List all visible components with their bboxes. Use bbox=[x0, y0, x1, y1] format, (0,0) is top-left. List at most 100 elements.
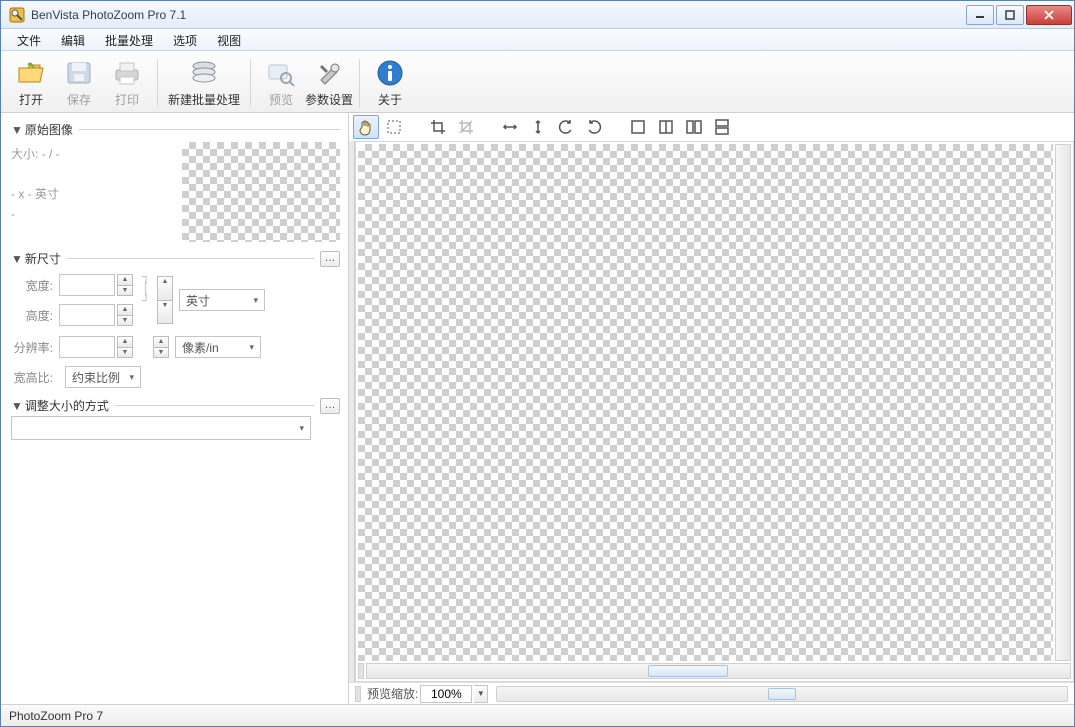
params-button[interactable]: 参数设置 bbox=[305, 55, 353, 111]
newsize-options-button[interactable]: … bbox=[320, 251, 340, 267]
view-split-side-button[interactable] bbox=[681, 115, 707, 139]
zoom-splitter-handle[interactable] bbox=[355, 686, 361, 702]
section-original-label: 原始图像 bbox=[25, 121, 73, 138]
zoom-slider[interactable] bbox=[496, 686, 1068, 702]
zoom-bar: 预览缩放: ▼ bbox=[349, 682, 1074, 704]
menu-view[interactable]: 视图 bbox=[207, 29, 251, 50]
crop-slash-icon bbox=[457, 118, 475, 136]
view-split-stack-icon bbox=[713, 118, 731, 136]
crop-tool-button[interactable] bbox=[425, 115, 451, 139]
sidebar: ▼ 原始图像 大小: - / - - x - 英寸 - ▼ 新尺寸 … 宽度: bbox=[1, 113, 349, 704]
menu-options[interactable]: 选项 bbox=[163, 29, 207, 50]
section-newsize-head[interactable]: ▼ 新尺寸 … bbox=[11, 250, 340, 267]
section-resize-method-head[interactable]: ▼ 调整大小的方式 … bbox=[11, 397, 340, 414]
collapse-triangle-icon: ▼ bbox=[11, 399, 23, 413]
app-icon bbox=[9, 7, 25, 23]
rotate-ccw-icon bbox=[557, 118, 575, 136]
horizontal-splitter-handle[interactable] bbox=[358, 663, 364, 679]
menu-file[interactable]: 文件 bbox=[7, 29, 51, 50]
vertical-scrollbar[interactable] bbox=[1055, 144, 1071, 661]
resolution-label: 分辨率: bbox=[11, 339, 53, 356]
marquee-icon bbox=[385, 118, 403, 136]
collapse-triangle-icon: ▼ bbox=[11, 123, 23, 137]
canvas-pane: 预览缩放: ▼ bbox=[349, 113, 1074, 704]
new-batch-button[interactable]: 新建批量处理 bbox=[164, 55, 244, 111]
preview-magnifier-icon bbox=[265, 57, 297, 89]
content-area: ▼ 原始图像 大小: - / - - x - 英寸 - ▼ 新尺寸 … 宽度: bbox=[1, 113, 1074, 704]
folder-open-icon bbox=[15, 57, 47, 89]
crop-clear-button[interactable] bbox=[453, 115, 479, 139]
view-single-button[interactable] bbox=[625, 115, 651, 139]
resolution-spinner-2[interactable]: ▲▼ bbox=[153, 336, 169, 358]
toolbar-separator bbox=[157, 59, 158, 107]
menu-edit[interactable]: 编辑 bbox=[51, 29, 95, 50]
open-button[interactable]: 打开 bbox=[7, 55, 55, 111]
status-text: PhotoZoom Pro 7 bbox=[9, 709, 103, 723]
print-button[interactable]: 打印 bbox=[103, 55, 151, 111]
view-split-center-button[interactable] bbox=[653, 115, 679, 139]
minimize-button[interactable] bbox=[966, 5, 994, 25]
toolbar-separator bbox=[250, 59, 251, 107]
hand-icon bbox=[357, 118, 375, 136]
view-split-stack-button[interactable] bbox=[709, 115, 735, 139]
menu-batch[interactable]: 批量处理 bbox=[95, 29, 163, 50]
resolution-input[interactable] bbox=[59, 336, 115, 358]
view-split-side-icon bbox=[685, 118, 703, 136]
flip-h-icon bbox=[501, 118, 519, 136]
status-bar: PhotoZoom Pro 7 bbox=[1, 704, 1074, 726]
flip-horizontal-button[interactable] bbox=[497, 115, 523, 139]
resolution-spinner[interactable]: ▲▼ bbox=[117, 336, 133, 358]
zoom-slider-knob[interactable] bbox=[768, 688, 796, 700]
section-newsize-label: 新尺寸 bbox=[25, 250, 61, 267]
canvas-toolbar bbox=[349, 113, 1074, 141]
menu-bar: 文件 编辑 批量处理 选项 视图 bbox=[1, 29, 1074, 51]
rotate-cw-icon bbox=[585, 118, 603, 136]
height-input[interactable] bbox=[59, 304, 115, 326]
save-button[interactable]: 保存 bbox=[55, 55, 103, 111]
info-icon bbox=[374, 57, 406, 89]
zoom-input[interactable] bbox=[420, 685, 472, 703]
main-toolbar: 打开 保存 打印 新建批量处理 预览 参数设置 关于 bbox=[1, 51, 1074, 113]
preview-button[interactable]: 预览 bbox=[257, 55, 305, 111]
width-label: 宽度: bbox=[11, 277, 53, 294]
linked-spinner[interactable]: ▲▼ bbox=[157, 276, 173, 324]
view-split-center-icon bbox=[657, 118, 675, 136]
height-spinner[interactable]: ▲▼ bbox=[117, 304, 133, 326]
size-unit-combo[interactable]: 英寸▾ bbox=[179, 289, 265, 311]
original-thumbnail bbox=[182, 142, 340, 242]
width-spinner[interactable]: ▲▼ bbox=[117, 274, 133, 296]
scrollbar-thumb[interactable] bbox=[648, 665, 728, 677]
width-input[interactable] bbox=[59, 274, 115, 296]
flip-vertical-button[interactable] bbox=[525, 115, 551, 139]
marquee-tool-button[interactable] bbox=[381, 115, 407, 139]
collapse-triangle-icon: ▼ bbox=[11, 252, 23, 266]
aspect-ratio-combo[interactable]: 约束比例▾ bbox=[65, 366, 141, 388]
section-resize-method-label: 调整大小的方式 bbox=[25, 397, 109, 414]
zoom-dropdown-button[interactable]: ▼ bbox=[474, 685, 488, 703]
rotate-cw-button[interactable] bbox=[581, 115, 607, 139]
tools-icon bbox=[313, 57, 345, 89]
height-label: 高度: bbox=[11, 307, 53, 324]
section-original-head[interactable]: ▼ 原始图像 bbox=[11, 121, 340, 138]
title-bar: BenVista PhotoZoom Pro 7.1 bbox=[1, 1, 1074, 29]
maximize-button[interactable] bbox=[996, 5, 1024, 25]
about-button[interactable]: 关于 bbox=[366, 55, 414, 111]
printer-icon bbox=[111, 57, 143, 89]
zoom-label: 预览缩放: bbox=[367, 685, 418, 702]
hand-tool-button[interactable] bbox=[353, 115, 379, 139]
resize-method-options-button[interactable]: … bbox=[320, 398, 340, 414]
resize-method-combo[interactable]: ▾ bbox=[11, 416, 311, 440]
aspect-label: 宽高比: bbox=[11, 369, 53, 386]
batch-stack-icon bbox=[188, 57, 220, 89]
flip-v-icon bbox=[529, 118, 547, 136]
view-single-icon bbox=[629, 118, 647, 136]
rotate-ccw-button[interactable] bbox=[553, 115, 579, 139]
canvas-viewport[interactable] bbox=[355, 141, 1074, 682]
crop-icon bbox=[429, 118, 447, 136]
window-title: BenVista PhotoZoom Pro 7.1 bbox=[31, 8, 964, 22]
link-dimensions-icon[interactable]: ┐│┘ bbox=[137, 269, 155, 331]
close-button[interactable] bbox=[1026, 5, 1072, 25]
horizontal-scrollbar[interactable] bbox=[366, 663, 1071, 679]
resolution-unit-combo[interactable]: 像素/in▾ bbox=[175, 336, 261, 358]
toolbar-separator bbox=[359, 59, 360, 107]
